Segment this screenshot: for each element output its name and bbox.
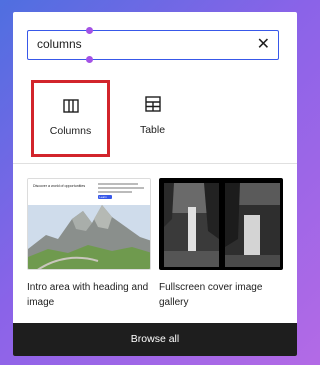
divider — [13, 163, 297, 164]
text-selection-handle[interactable] — [86, 27, 93, 34]
block-label: Columns — [49, 125, 92, 137]
text-selection-handle[interactable] — [86, 56, 93, 63]
thumb-button: Learn — [100, 195, 108, 199]
browse-all-button[interactable]: Browse all — [13, 323, 297, 356]
block-label: Table — [139, 124, 166, 136]
search-input[interactable]: columns — [37, 37, 82, 51]
pattern-thumbnail — [159, 178, 283, 270]
table-icon — [144, 96, 161, 112]
close-icon[interactable]: ✕ — [257, 36, 270, 54]
block-inserter-panel: columns ✕ Columns Table Discover a world… — [13, 12, 297, 356]
pattern-thumbnail: Discover a world of opportunities Learn — [27, 178, 151, 270]
pattern-label: Fullscreen cover image gallery — [159, 282, 263, 308]
thumb-heading: Discover a world of opportunities — [33, 184, 85, 188]
block-table[interactable]: Table — [113, 80, 192, 157]
pattern-intro-area[interactable]: Discover a world of opportunities Learn … — [27, 178, 155, 310]
pattern-label: Intro area with heading and image — [27, 282, 149, 308]
pattern-fullscreen-gallery[interactable]: Fullscreen cover image gallery — [159, 178, 287, 310]
block-columns[interactable]: Columns — [31, 80, 110, 157]
search-field[interactable]: columns ✕ — [27, 27, 279, 63]
columns-icon — [62, 99, 79, 113]
